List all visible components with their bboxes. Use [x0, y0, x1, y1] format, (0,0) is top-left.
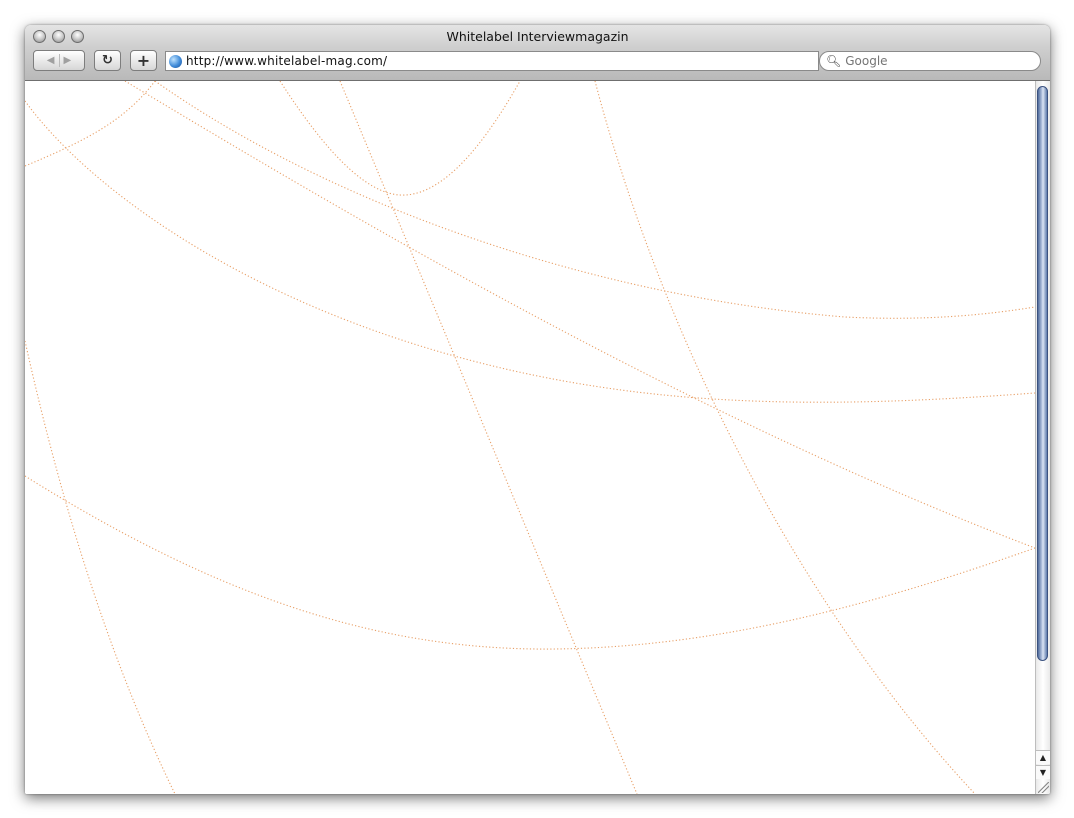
back-forward-button[interactable]: ◀ ▶ — [33, 50, 85, 71]
plus-icon: + — [136, 51, 151, 70]
browser-toolbar: Whitelabel Interviewmagazin ◀ ▶ ↻ + http… — [25, 25, 1050, 81]
add-bookmark-button[interactable]: + — [130, 50, 157, 71]
back-arrow-icon[interactable]: ◀ — [47, 55, 55, 66]
scrollbar-thumb[interactable] — [1037, 86, 1048, 661]
address-bar[interactable]: http://www.whitelabel-mag.com/ ⌃ — [165, 51, 829, 71]
window-title: Whitelabel Interviewmagazin — [446, 29, 629, 44]
nav-divider — [58, 54, 60, 67]
scroll-up-arrow-icon[interactable]: ▲ — [1036, 750, 1050, 764]
curve-1 — [25, 100, 1035, 403]
vertical-scrollbar[interactable]: ▲ ▼ — [1035, 81, 1050, 794]
curve-4 — [154, 81, 1035, 319]
url-text[interactable]: http://www.whitelabel-mag.com/ — [186, 54, 387, 68]
resize-grip-icon[interactable] — [1038, 782, 1049, 793]
reload-button[interactable]: ↻ — [94, 50, 121, 71]
curve-5 — [25, 81, 156, 167]
page-content — [25, 81, 1035, 794]
curve-8 — [594, 81, 976, 794]
globe-icon — [169, 54, 182, 68]
curve-6 — [279, 81, 521, 196]
search-input[interactable] — [845, 54, 1016, 68]
search-field[interactable]: 🔍︎ — [819, 51, 1041, 71]
scroll-down-arrow-icon[interactable]: ▼ — [1036, 765, 1050, 779]
magnifier-icon[interactable]: 🔍︎ — [826, 54, 841, 68]
decorative-curves — [25, 81, 1035, 794]
reload-icon: ↻ — [102, 53, 113, 68]
curve-9 — [25, 340, 176, 794]
browser-window: Whitelabel Interviewmagazin ◀ ▶ ↻ + http… — [25, 25, 1050, 794]
curve-3 — [124, 81, 1035, 549]
forward-arrow-icon[interactable]: ▶ — [64, 55, 72, 66]
curve-2 — [25, 475, 1035, 650]
curve-7 — [339, 81, 638, 794]
